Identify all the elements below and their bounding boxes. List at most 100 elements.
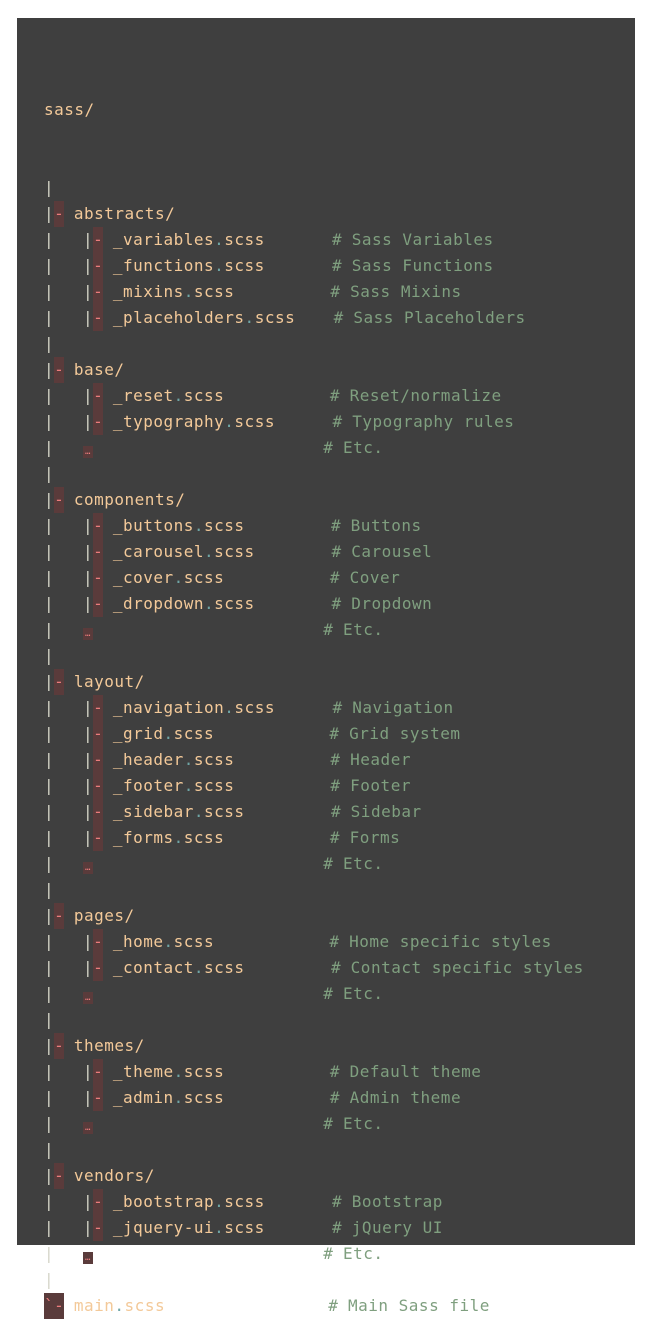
tree-pipe: | <box>44 230 55 249</box>
file-extension: scss <box>193 750 235 769</box>
file-extension: scss <box>183 386 225 405</box>
tree-pipe: | <box>44 542 55 561</box>
file-line: | | - _navigation. scss # Navigation <box>44 695 584 721</box>
comment-hash: # <box>323 438 334 457</box>
error-highlight-dash: - <box>93 539 104 565</box>
root-folder-name: sass/ <box>44 100 95 119</box>
extension-dot: . <box>224 698 235 717</box>
file-basename: _mixins <box>112 282 184 301</box>
file-basename: _contact <box>112 958 194 977</box>
file-extension: scss <box>204 516 245 535</box>
error-highlight-dash: - <box>93 955 104 981</box>
tree-pipe: | <box>44 464 55 483</box>
comment-hash: # <box>323 620 334 639</box>
tree-pipe: | <box>82 932 94 951</box>
extension-dot: . <box>224 412 235 431</box>
tree-pipe: | <box>82 308 94 327</box>
tree-pipe: | <box>44 1192 55 1211</box>
file-line: | | - _admin. scss # Admin theme <box>44 1085 584 1111</box>
comment-hash: # <box>329 568 341 587</box>
file-comment: Carousel <box>351 542 433 561</box>
extension-dot: . <box>214 1192 225 1211</box>
tree-pipe: | <box>44 672 55 691</box>
tree-connector-line: | <box>44 461 584 487</box>
tree-pipe: | <box>44 516 55 535</box>
tree-pipe: | <box>44 646 55 665</box>
extension-dot: . <box>183 282 194 301</box>
folder-name: pages/ <box>73 906 135 925</box>
folder-line: | - layout/ <box>44 669 584 695</box>
tree-pipe: | <box>82 750 94 769</box>
error-highlight-dash: - <box>93 1189 104 1215</box>
etc-line: | … # Etc. <box>44 851 584 877</box>
folder-name: vendors/ <box>73 1166 155 1185</box>
comment-hash: # <box>331 594 342 613</box>
file-comment: Buttons <box>350 516 422 535</box>
file-comment: jQuery UI <box>351 1218 443 1237</box>
file-comment: Sass Placeholders <box>353 308 526 327</box>
etc-line: | … # Etc. <box>44 617 584 643</box>
error-highlight-dash: - <box>93 695 104 721</box>
tree-connector-line: | <box>44 175 584 201</box>
tree-pipe: | <box>82 568 94 587</box>
root-line: sass/ <box>44 97 584 123</box>
file-extension: scss <box>224 1192 265 1211</box>
tree-pipe: | <box>44 1166 55 1185</box>
file-comment: Etc. <box>342 1114 384 1133</box>
extension-dot: . <box>163 932 174 951</box>
error-highlight-dash: - <box>93 825 104 851</box>
file-extension: scss <box>183 568 225 587</box>
tree-pipe: | <box>44 1140 55 1159</box>
folder-line: | - pages/ <box>44 903 584 929</box>
error-highlight-dash: - <box>93 383 104 409</box>
comment-hash: # <box>323 984 334 1003</box>
error-highlight-dash: - <box>93 1085 104 1111</box>
file-comment: Etc. <box>342 620 384 639</box>
tree-pipe: | <box>82 230 94 249</box>
extension-dot: . <box>173 386 184 405</box>
comment-hash: # <box>329 932 340 951</box>
file-basename: _jquery-ui <box>112 1218 215 1237</box>
file-line: | | - _typography. scss # Typography rules <box>44 409 584 435</box>
tree-pipe: | <box>44 776 55 795</box>
file-comment: Default theme <box>349 1062 482 1081</box>
tree-pipe: | <box>44 1062 55 1081</box>
error-highlight-dash: - <box>54 487 65 513</box>
tree-pipe: | <box>82 256 94 275</box>
file-comment: Forms <box>349 828 401 847</box>
file-basename: _footer <box>112 776 184 795</box>
folder-line: | - vendors/ <box>44 1163 584 1189</box>
comment-hash: # <box>329 1062 341 1081</box>
comment-hash: # <box>330 750 341 769</box>
error-highlight-dash: - <box>93 513 104 539</box>
comment-hash: # <box>332 1192 343 1211</box>
file-basename: _dropdown <box>112 594 205 613</box>
folder-line: | - base/ <box>44 357 584 383</box>
error-highlight-dash: - <box>54 201 65 227</box>
error-highlight-tick: ` <box>44 1293 55 1319</box>
etc-line: | … # Etc. <box>44 1111 584 1137</box>
file-extension: scss <box>193 282 235 301</box>
file-line: | | - _header. scss # Header <box>44 747 584 773</box>
tree-pipe: | <box>44 724 55 743</box>
error-highlight-dash: - <box>93 1215 104 1241</box>
error-highlight-ellipsis: … <box>82 628 93 640</box>
file-extension: scss <box>234 412 275 431</box>
file-line: | | - _carousel. scss # Carousel <box>44 539 584 565</box>
extension-dot: . <box>183 776 194 795</box>
error-highlight-dash: - <box>93 929 104 955</box>
code-block: sass/ | | - abstracts/| | - _variables. scss # Sa… <box>17 18 635 1319</box>
file-line: | | - _sidebar. scss # Sidebar <box>44 799 584 825</box>
folder-name: themes/ <box>73 1036 145 1055</box>
tree-pipe: | <box>82 776 94 795</box>
comment-hash: # <box>330 802 342 821</box>
tree-pipe: | <box>82 958 94 977</box>
tree-pipe: | <box>44 1088 55 1107</box>
directory-tree: sass/ | | - abstracts/| | - _variables. scss # Sa… <box>44 45 584 1319</box>
folder-line: | - components/ <box>44 487 584 513</box>
file-line: | | - _home. scss # Home specific styles <box>44 929 584 955</box>
file-basename: _home <box>112 932 164 951</box>
extension-dot: . <box>244 308 255 327</box>
tree-pipe: | <box>82 594 94 613</box>
tree-pipe: | <box>44 204 55 223</box>
